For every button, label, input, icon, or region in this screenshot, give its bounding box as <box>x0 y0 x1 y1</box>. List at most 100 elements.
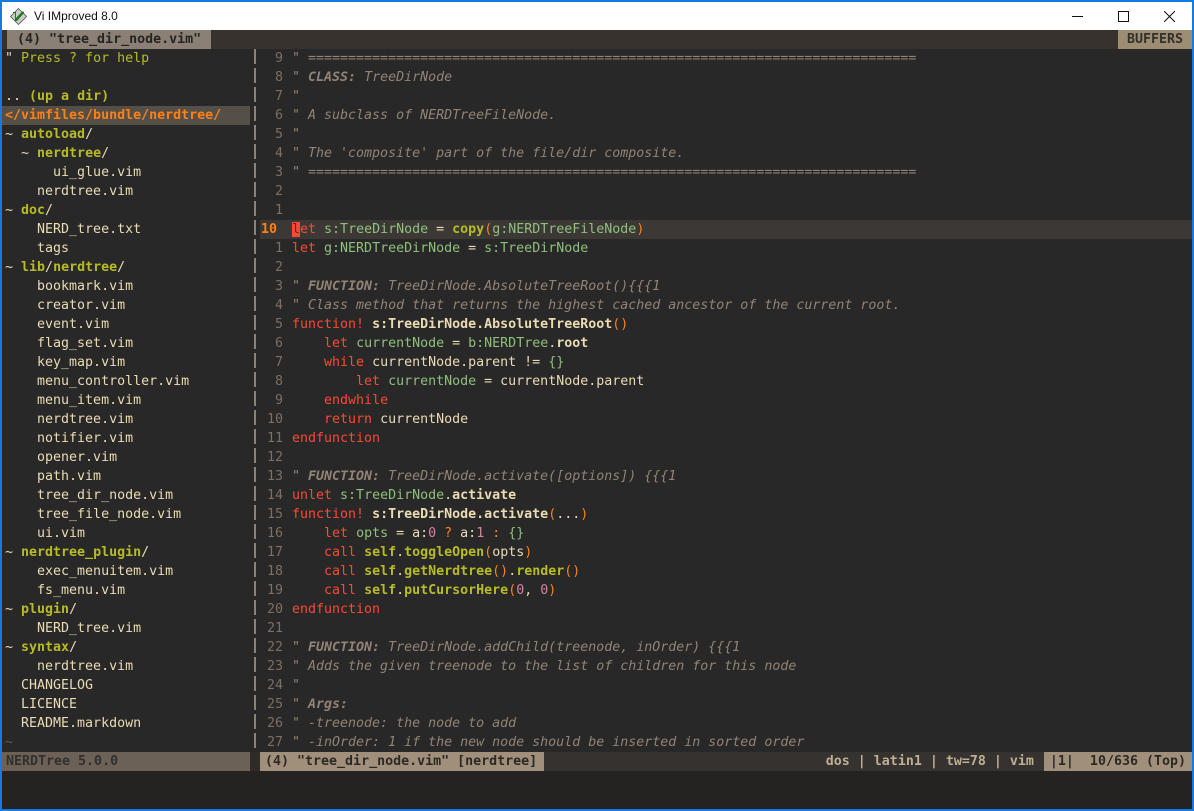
line-number: 23 <box>260 657 292 676</box>
code-text: unlet s:TreeDirNode.activate <box>292 486 1192 505</box>
code-line[interactable]: 26" -treenode: the node to add <box>260 714 1192 733</box>
buffers-label[interactable]: BUFFERS <box>1118 30 1192 49</box>
code-line[interactable]: 6" A subclass of NERDTreeFileNode. <box>260 106 1192 125</box>
tree-item[interactable]: LICENCE <box>2 695 250 714</box>
code-line[interactable]: 10 return currentNode <box>260 410 1192 429</box>
tab-tree-dir-node[interactable]: (4) "tree_dir_node.vim" <box>7 30 211 49</box>
tree-item[interactable]: opener.vim <box>2 448 250 467</box>
code-line[interactable]: 3" =====================================… <box>260 163 1192 182</box>
code-line[interactable]: 4" The 'composite' part of the file/dir … <box>260 144 1192 163</box>
line-number: 3 <box>260 277 292 296</box>
statusline: NERDTree 5.0.0 (4) "tree_dir_node.vim" [… <box>2 752 1192 771</box>
code-text: endfunction <box>292 429 1192 448</box>
code-line[interactable]: 25" Args: <box>260 695 1192 714</box>
code-line[interactable]: 17 call self.toggleOpen(opts) <box>260 543 1192 562</box>
code-line[interactable]: 19 call self.putCursorHere(0, 0) <box>260 581 1192 600</box>
command-line[interactable] <box>2 771 1192 809</box>
window-controls <box>1054 2 1192 30</box>
tree-item[interactable]: ~ doc/ <box>2 201 250 220</box>
code-line[interactable]: 15function! s:TreeDirNode.activate(...) <box>260 505 1192 524</box>
code-line[interactable]: 1let g:NERDTreeDirNode = s:TreeDirNode <box>260 239 1192 258</box>
tree-item[interactable]: NERD_tree.vim <box>2 619 250 638</box>
code-line[interactable]: 13" FUNCTION: TreeDirNode.activate([opti… <box>260 467 1192 486</box>
code-line[interactable]: 24" <box>260 676 1192 695</box>
tree-item[interactable]: NERD_tree.txt <box>2 220 250 239</box>
code-line[interactable]: 5" <box>260 125 1192 144</box>
code-line[interactable]: 10let s:TreeDirNode = copy(g:NERDTreeFil… <box>260 220 1192 239</box>
tree-item[interactable]: ~ <box>2 733 250 752</box>
code-line[interactable]: 22" FUNCTION: TreeDirNode.addChild(treen… <box>260 638 1192 657</box>
main-content: " Press ? for help .. (up a dir)</vimfile… <box>2 49 1192 752</box>
tree-item[interactable]: menu_controller.vim <box>2 372 250 391</box>
code-line[interactable]: 18 call self.getNerdtree().render() <box>260 562 1192 581</box>
editor-pane: 9" =====================================… <box>260 49 1192 752</box>
code-line[interactable]: 4" Class method that returns the highest… <box>260 296 1192 315</box>
tree-item[interactable]: nerdtree.vim <box>2 410 250 429</box>
code-line[interactable]: 7 while currentNode.parent != {} <box>260 353 1192 372</box>
tree-item[interactable]: event.vim <box>2 315 250 334</box>
code-line[interactable]: 27" -inOrder: 1 if the new node should b… <box>260 733 1192 752</box>
code-line[interactable]: 12 <box>260 448 1192 467</box>
code-line[interactable]: 3" FUNCTION: TreeDirNode.AbsoluteTreeRoo… <box>260 277 1192 296</box>
code-line[interactable]: 14unlet s:TreeDirNode.activate <box>260 486 1192 505</box>
code-line[interactable]: 8" CLASS: TreeDirNode <box>260 68 1192 87</box>
tree-item[interactable]: path.vim <box>2 467 250 486</box>
maximize-button[interactable] <box>1100 2 1146 30</box>
code-line[interactable]: 23" Adds the given treenode to the list … <box>260 657 1192 676</box>
code-line[interactable]: 8 let currentNode = currentNode.parent <box>260 372 1192 391</box>
tree-item[interactable]: " Press ? for help <box>2 49 250 68</box>
code-line[interactable]: 6 let currentNode = b:NERDTree.root <box>260 334 1192 353</box>
window-title: Vi IMproved 8.0 <box>34 9 118 23</box>
line-number: 6 <box>260 106 292 125</box>
tree-item[interactable]: ~ syntax/ <box>2 638 250 657</box>
tree-item[interactable]: .. (up a dir) <box>2 87 250 106</box>
code-text: " Adds the given treenode to the list of… <box>292 657 1192 676</box>
code-text: " -inOrder: 1 if the new node should be … <box>292 733 1192 752</box>
tree-item[interactable]: nerdtree.vim <box>2 657 250 676</box>
tree-item[interactable]: fs_menu.vim <box>2 581 250 600</box>
code-line[interactable]: 16 let opts = a:0 ? a:1 : {} <box>260 524 1192 543</box>
code-line[interactable]: 11endfunction <box>260 429 1192 448</box>
tree-item[interactable]: ui.vim <box>2 524 250 543</box>
code-line[interactable]: 9" =====================================… <box>260 49 1192 68</box>
tree-item[interactable]: flag_set.vim <box>2 334 250 353</box>
code-line[interactable]: 20endfunction <box>260 600 1192 619</box>
window-separator[interactable] <box>250 49 260 752</box>
tree-item[interactable]: README.markdown <box>2 714 250 733</box>
code-line[interactable]: 2 <box>260 182 1192 201</box>
code-line[interactable]: 1 <box>260 201 1192 220</box>
line-number: 27 <box>260 733 292 752</box>
tree-item[interactable]: nerdtree.vim <box>2 182 250 201</box>
code-text: function! s:TreeDirNode.activate(...) <box>292 505 1192 524</box>
tree-item[interactable]: ~ nerdtree/ <box>2 144 250 163</box>
tree-item[interactable] <box>2 68 250 87</box>
tree-item[interactable]: exec_menuitem.vim <box>2 562 250 581</box>
tree-item[interactable]: tree_dir_node.vim <box>2 486 250 505</box>
minimize-button[interactable] <box>1054 2 1100 30</box>
code-line[interactable]: 9 endwhile <box>260 391 1192 410</box>
code-line[interactable]: 21 <box>260 619 1192 638</box>
tree-item[interactable]: creator.vim <box>2 296 250 315</box>
code-line[interactable]: 7" <box>260 87 1192 106</box>
close-button[interactable] <box>1146 2 1192 30</box>
tree-item[interactable]: key_map.vim <box>2 353 250 372</box>
tree-item[interactable]: ~ autoload/ <box>2 125 250 144</box>
code-text: " FUNCTION: TreeDirNode.addChild(treenod… <box>292 638 1192 657</box>
tree-item[interactable]: ~ nerdtree_plugin/ <box>2 543 250 562</box>
line-number: 19 <box>260 581 292 600</box>
tree-item[interactable]: </vimfiles/bundle/nerdtree/ <box>2 106 250 125</box>
tree-item[interactable]: bookmark.vim <box>2 277 250 296</box>
code-text: " FUNCTION: TreeDirNode.activate([option… <box>292 467 1192 486</box>
tree-item[interactable]: ~ plugin/ <box>2 600 250 619</box>
tree-item[interactable]: ~ lib/nerdtree/ <box>2 258 250 277</box>
code-line[interactable]: 2 <box>260 258 1192 277</box>
tree-item[interactable]: ui_glue.vim <box>2 163 250 182</box>
code-text: call self.putCursorHere(0, 0) <box>292 581 1192 600</box>
tree-item[interactable]: notifier.vim <box>2 429 250 448</box>
tree-item[interactable]: tree_file_node.vim <box>2 505 250 524</box>
tree-item[interactable]: tags <box>2 239 250 258</box>
tree-item[interactable]: menu_item.vim <box>2 391 250 410</box>
tree-item[interactable]: CHANGELOG <box>2 676 250 695</box>
code-line[interactable]: 5function! s:TreeDirNode.AbsoluteTreeRoo… <box>260 315 1192 334</box>
line-number: 10 <box>260 220 292 239</box>
